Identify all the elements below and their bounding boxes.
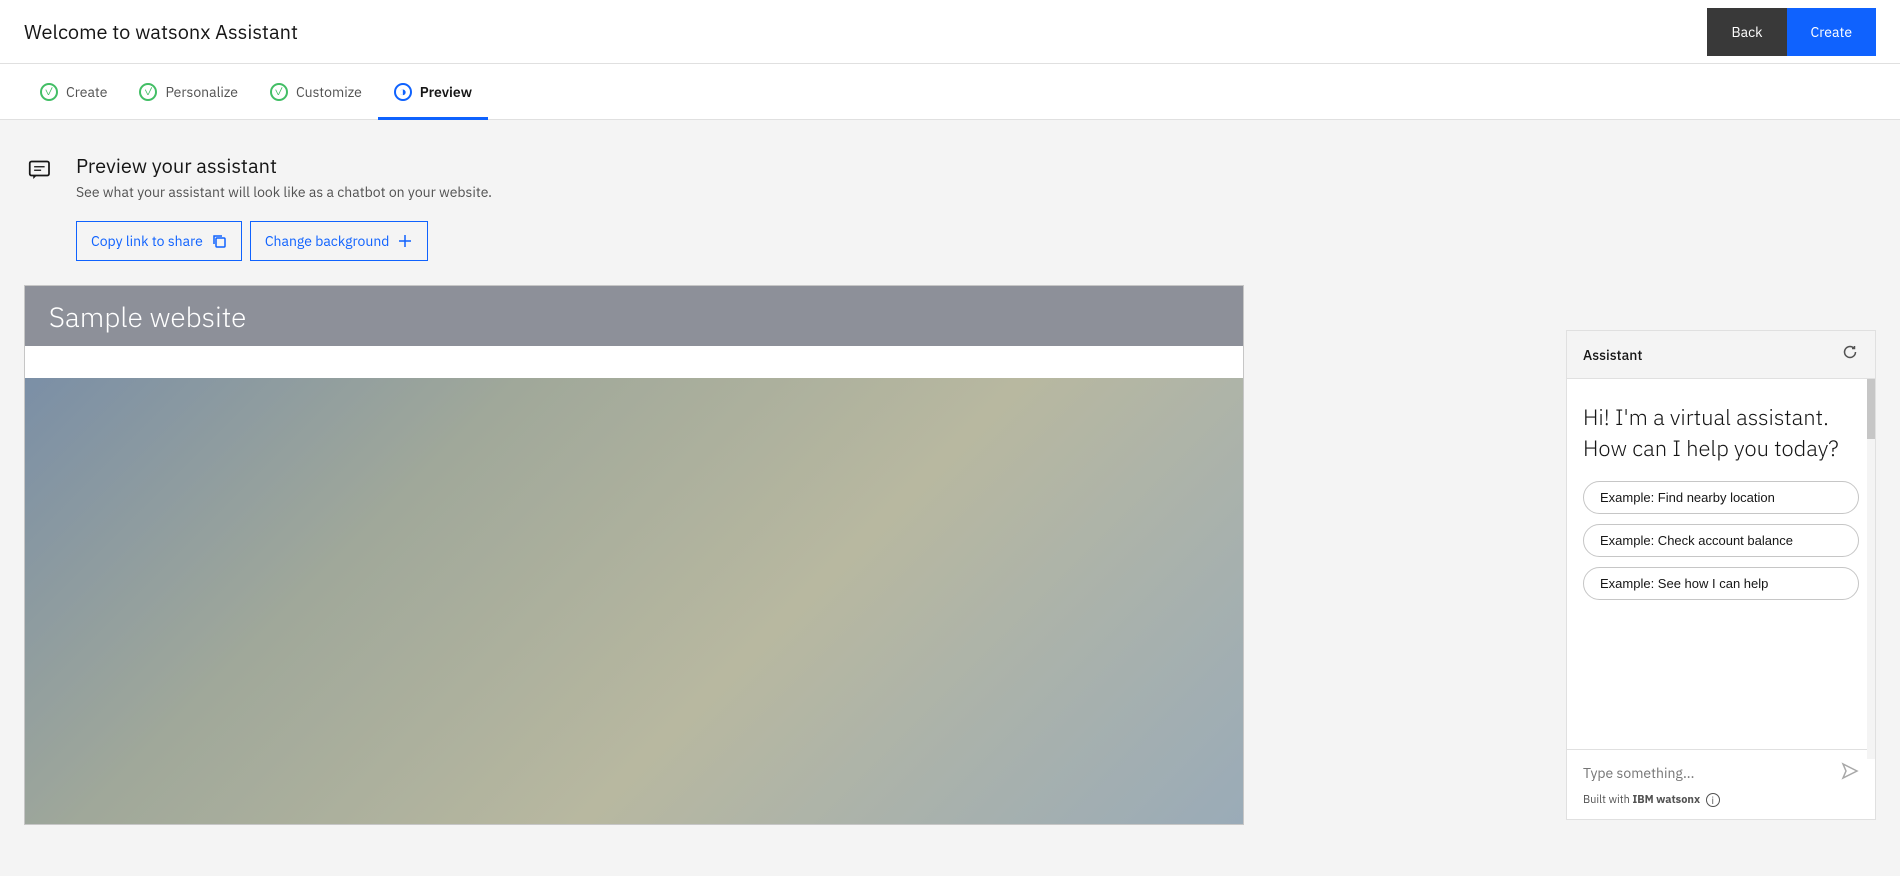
- chat-suggestion-2[interactable]: Example: Check account balance: [1583, 524, 1859, 557]
- info-icon: i: [1706, 793, 1720, 807]
- powered-by-brand: IBM watsonx: [1632, 793, 1700, 807]
- chat-icon: [24, 154, 60, 190]
- send-icon[interactable]: [1841, 762, 1859, 785]
- step-create-label: Create: [66, 83, 107, 101]
- header-actions: Back Create: [1707, 8, 1876, 56]
- chat-footer: Built with IBM watsonx i: [1567, 749, 1875, 819]
- chat-powered-by: Built with IBM watsonx i: [1583, 793, 1859, 807]
- section-title: Preview your assistant: [76, 152, 492, 179]
- section-subtitle: See what your assistant will look like a…: [76, 183, 492, 201]
- page-title: Welcome to watsonx Assistant: [24, 18, 298, 45]
- steps-bar: ✓ Create ✓ Personalize ✓ Customize ◑ Pre…: [0, 64, 1900, 120]
- website-body-nav: [25, 346, 1243, 378]
- step-customize-icon: ✓: [270, 83, 288, 101]
- chat-header-title: Assistant: [1583, 346, 1643, 364]
- step-preview[interactable]: ◑ Preview: [378, 64, 488, 120]
- chat-panel: Assistant Hi! I'm a virtual assistant. H…: [1566, 330, 1876, 820]
- refresh-icon[interactable]: [1841, 343, 1859, 366]
- powered-by-prefix: Built with: [1583, 793, 1632, 807]
- step-create[interactable]: ✓ Create: [24, 64, 123, 120]
- section-title-block: Preview your assistant See what your ass…: [76, 152, 492, 201]
- section-header: Preview your assistant See what your ass…: [24, 152, 1876, 201]
- change-background-button[interactable]: Change background: [250, 221, 429, 261]
- create-button[interactable]: Create: [1787, 8, 1876, 56]
- change-background-label: Change background: [265, 232, 390, 250]
- chat-suggestions: Example: Find nearby location Example: C…: [1583, 481, 1859, 600]
- copy-icon: [211, 233, 227, 249]
- scrollbar-track[interactable]: [1867, 379, 1875, 759]
- step-preview-label: Preview: [420, 83, 472, 101]
- action-buttons: Copy link to share Change background: [76, 221, 1876, 261]
- website-body-content: [25, 378, 1243, 825]
- scrollbar-thumb[interactable]: [1867, 379, 1875, 439]
- page-header: Welcome to watsonx Assistant Back Create: [0, 0, 1900, 64]
- step-customize-label: Customize: [296, 83, 362, 101]
- website-preview-header: Sample website: [25, 286, 1243, 346]
- chat-input-row: [1583, 762, 1859, 785]
- plus-icon: [397, 233, 413, 249]
- chat-body: Hi! I'm a virtual assistant. How can I h…: [1567, 379, 1875, 749]
- step-personalize-icon: ✓: [139, 83, 157, 101]
- step-personalize[interactable]: ✓ Personalize: [123, 64, 253, 120]
- chat-input[interactable]: [1583, 764, 1833, 782]
- website-preview: Sample website: [24, 285, 1244, 825]
- copy-link-label: Copy link to share: [91, 232, 203, 250]
- back-button[interactable]: Back: [1707, 8, 1786, 56]
- chat-panel-header: Assistant: [1567, 331, 1875, 379]
- chat-suggestion-1[interactable]: Example: Find nearby location: [1583, 481, 1859, 514]
- main-content: Preview your assistant See what your ass…: [0, 120, 1900, 876]
- website-header-text: Sample website: [49, 298, 246, 335]
- chat-suggestion-3[interactable]: Example: See how I can help: [1583, 567, 1859, 600]
- chat-greeting: Hi! I'm a virtual assistant. How can I h…: [1583, 403, 1859, 465]
- copy-link-button[interactable]: Copy link to share: [76, 221, 242, 261]
- step-personalize-label: Personalize: [165, 83, 237, 101]
- step-customize[interactable]: ✓ Customize: [254, 64, 378, 120]
- step-preview-icon: ◑: [394, 83, 412, 101]
- step-create-icon: ✓: [40, 83, 58, 101]
